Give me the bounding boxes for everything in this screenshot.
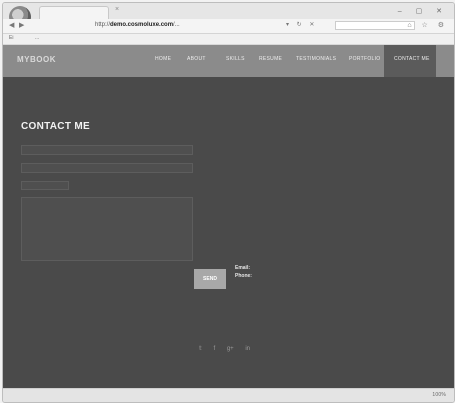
home-star-gear-icons[interactable]: ⌂ ☆ ⚙	[407, 21, 448, 29]
linkedin-icon[interactable]: in	[245, 346, 250, 352]
url-domain: demo.cosmoluxe.com	[110, 22, 174, 28]
url-prefix: http://	[95, 22, 111, 28]
nav-portfolio[interactable]: PORTFOLIO	[349, 56, 381, 62]
favorite-item[interactable]: ...	[35, 35, 39, 41]
url-action-icons[interactable]: ▾ ↻ ✕	[286, 21, 317, 28]
google-plus-icon[interactable]: g+	[227, 346, 234, 352]
twitter-icon[interactable]: 𝕥	[199, 346, 202, 352]
email-label: Email:	[235, 265, 251, 271]
close-tab-icon[interactable]: ×	[115, 6, 119, 13]
nav-skills[interactable]: SKILLS	[226, 56, 245, 62]
address-bar: ◀ ▶ http://demo.cosmoluxe.com/... ▾ ↻ ✕ …	[3, 19, 454, 34]
message-field[interactable]	[21, 197, 193, 261]
back-icon[interactable]: ◀	[9, 21, 14, 29]
url-path: /...	[173, 22, 180, 28]
favorites-bar: Ei ...	[3, 34, 454, 45]
favorite-item[interactable]: Ei	[9, 35, 13, 41]
name-field[interactable]	[21, 145, 193, 155]
status-bar: 100%	[3, 388, 454, 402]
email-line: Email:	[235, 265, 250, 271]
site-logo[interactable]: MYBOOK	[17, 55, 56, 64]
social-links: 𝕥 f g+ in	[199, 345, 260, 352]
nav-contact-me[interactable]: CONTACT ME	[394, 56, 430, 62]
contact-section: CONTACT ME SEND Email: Phone: 𝕥 f g+ in	[3, 77, 454, 388]
nav-resume[interactable]: RESUME	[259, 56, 282, 62]
forward-icon[interactable]: ▶	[19, 21, 24, 29]
zoom-level[interactable]: 100%	[432, 392, 446, 398]
window-controls[interactable]: – ▢ ✕	[398, 7, 448, 15]
phone-label: Phone:	[235, 273, 252, 279]
nav-testimonials[interactable]: TESTIMONIALS	[296, 56, 336, 62]
site-header: MYBOOK HOME ABOUT SKILLS RESUME TESTIMON…	[3, 45, 454, 77]
browser-tab[interactable]	[39, 6, 109, 19]
phone-line: Phone:	[235, 273, 252, 279]
search-input[interactable]	[335, 21, 415, 30]
title-bar: × – ▢ ✕	[3, 3, 454, 28]
subject-field[interactable]	[21, 163, 193, 173]
email-field[interactable]	[21, 181, 69, 190]
section-heading: CONTACT ME	[21, 121, 90, 132]
facebook-icon[interactable]: f	[213, 346, 215, 352]
browser-window: × – ▢ ✕ ◀ ▶ http://demo.cosmoluxe.com/..…	[2, 2, 455, 403]
send-button[interactable]: SEND	[194, 269, 226, 289]
nav-about[interactable]: ABOUT	[187, 56, 206, 62]
nav-home[interactable]: HOME	[155, 56, 171, 62]
